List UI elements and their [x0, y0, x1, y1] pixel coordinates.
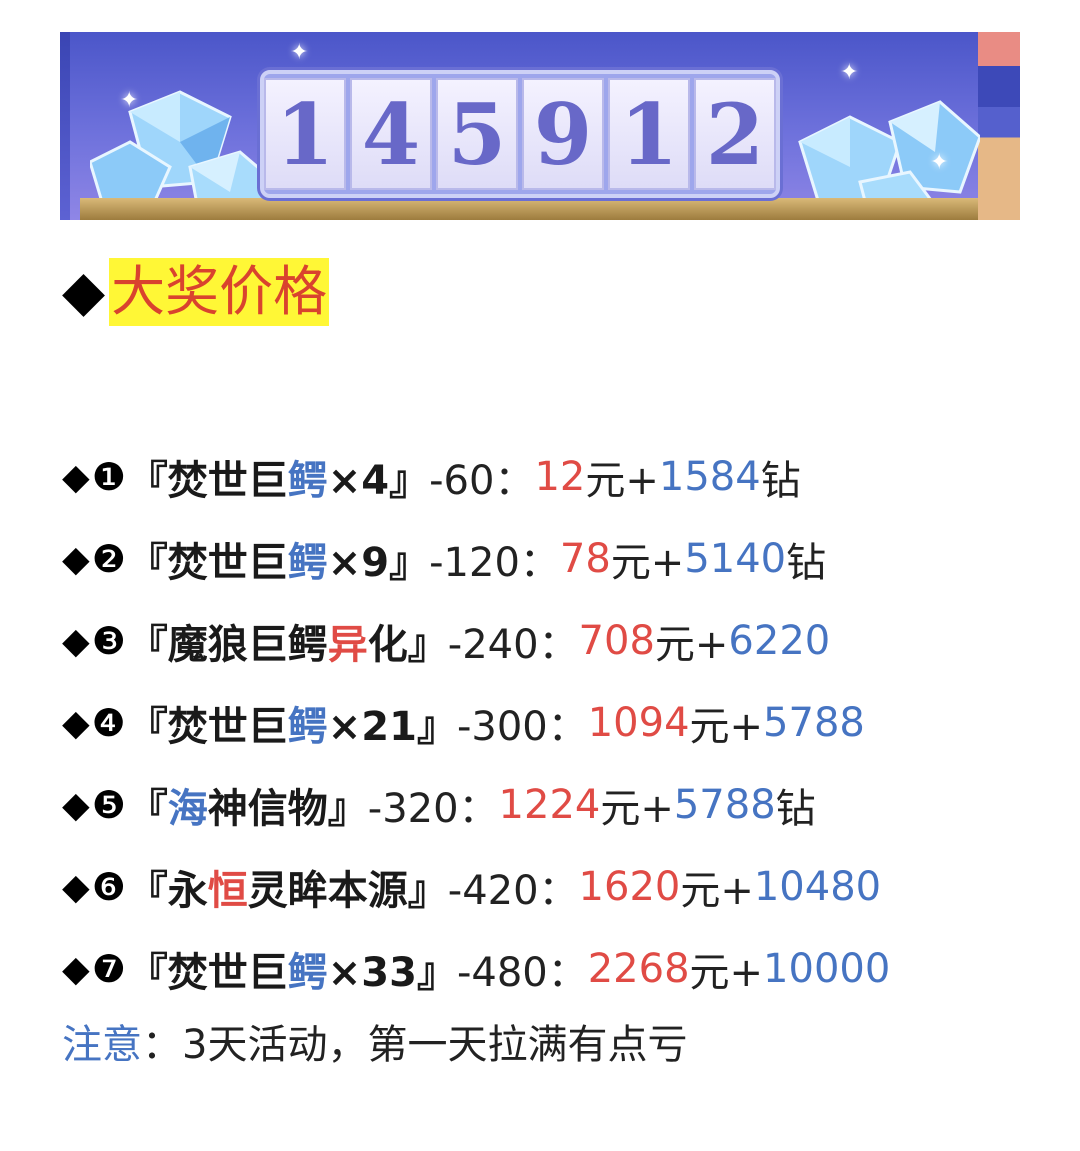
item-number: ❷: [91, 537, 126, 581]
prize-points: -420：: [447, 868, 579, 914]
diamond-bullet-icon: ◆: [62, 702, 90, 744]
price-diamonds: 10000: [763, 946, 891, 992]
counter-digit: 1: [608, 78, 690, 190]
diamond-bullet-icon: ◆: [62, 538, 90, 580]
diamond-bullet-icon: ◆: [62, 620, 90, 662]
section-title: 大奖价格: [109, 258, 330, 326]
price-yuan: 1224: [498, 782, 601, 828]
prize-row: ◆ ❺ 『海神信物』 -320： 1224 元+ 5788 钻: [62, 764, 890, 846]
item-number: ❻: [91, 865, 126, 909]
yuan-unit: 元+: [680, 868, 754, 914]
price-yuan: 78: [559, 536, 611, 582]
item-number: ❸: [91, 619, 126, 663]
yuan-unit: 元+: [689, 950, 764, 996]
prize-points: -300：: [456, 704, 588, 750]
sparkle-icon: ✦: [930, 150, 949, 175]
sparkle-icon: ✦: [120, 88, 139, 113]
sparkle-icon: ✦: [840, 60, 859, 85]
prize-points: -60：: [429, 458, 535, 504]
price-yuan: 2268: [587, 946, 690, 992]
price-diamonds: 6220: [728, 618, 831, 664]
prize-counter: 1 4 5 9 1 2: [260, 70, 780, 198]
diamond-bullet-icon: ◆: [62, 948, 90, 990]
prize-row: ◆ ❼ 『焚世巨鳄×33』 -480： 2268 元+ 10000: [62, 928, 890, 1010]
price-diamonds: 5788: [673, 782, 776, 828]
prize-name: 『海神信物』: [127, 786, 368, 832]
yuan-unit: 元+: [585, 458, 659, 504]
diamond-unit: 钻: [786, 540, 827, 586]
prize-name: 『焚世巨鳄×4』: [127, 458, 430, 504]
note-label: 注意: [62, 1022, 142, 1068]
item-number: ❶: [91, 455, 126, 499]
prize-price-list: ◆ ❶ 『焚世巨鳄×4』 -60： 12 元+ 1584 钻 ◆ ❷ 『焚世巨鳄…: [62, 436, 890, 1010]
diamond-bullet-icon: ◆: [62, 456, 90, 498]
item-number: ❹: [91, 701, 126, 745]
prize-name: 『永恒灵眸本源』: [127, 868, 448, 914]
price-yuan: 1094: [587, 700, 690, 746]
prize-name: 『焚世巨鳄×9』: [127, 540, 430, 586]
counter-digit: 5: [436, 78, 518, 190]
banner-floor: [80, 198, 978, 220]
note-text: ：3天活动，第一天拉满有点亏: [142, 1022, 688, 1068]
price-diamonds: 5788: [763, 700, 865, 746]
prize-row: ◆ ❷ 『焚世巨鳄×9』 -120： 78 元+ 5140 钻: [62, 518, 890, 600]
prize-row: ◆ ❶ 『焚世巨鳄×4』 -60： 12 元+ 1584 钻: [62, 436, 890, 518]
prize-row: ◆ ❸ 『魔狼巨鳄异化』 -240： 708 元+ 6220: [62, 600, 890, 682]
yuan-unit: 元+: [654, 622, 729, 668]
note-line: 注意：3天活动，第一天拉满有点亏: [62, 1012, 687, 1070]
counter-digit: 2: [694, 78, 776, 190]
diamond-unit: 钻: [775, 786, 816, 832]
prize-counter-banner: ✦ ✦ ✦ ✦ 1 4 5 9 1 2: [60, 32, 1020, 220]
prize-points: -120：: [429, 540, 560, 586]
yuan-unit: 元+: [610, 540, 685, 586]
price-diamonds: 10480: [753, 864, 882, 910]
prize-row: ◆ ❹ 『焚世巨鳄×21』 -300： 1094 元+ 5788: [62, 682, 890, 764]
item-number: ❼: [91, 947, 126, 991]
diamond-bullet-icon: ◆: [62, 866, 90, 908]
prize-points: -240：: [447, 622, 579, 668]
price-diamonds: 5140: [684, 536, 787, 582]
counter-digit: 4: [350, 78, 432, 190]
diamond-bullet-icon: ◆: [62, 784, 90, 826]
counter-digit: 1: [264, 78, 346, 190]
diamond-bullet-icon: ◆: [62, 259, 106, 324]
prize-name: 『魔狼巨鳄异化』: [127, 622, 448, 668]
prize-row: ◆ ❻ 『永恒灵眸本源』 -420： 1620 元+ 10480: [62, 846, 890, 928]
price-yuan: 1620: [578, 864, 681, 910]
prize-name: 『焚世巨鳄×21』: [127, 704, 457, 750]
item-number: ❺: [91, 783, 126, 827]
price-yuan: 12: [534, 454, 586, 500]
prize-name: 『焚世巨鳄×33』: [127, 950, 457, 996]
prize-points: -320：: [367, 786, 499, 832]
section-heading: ◆ 大奖价格: [62, 258, 330, 326]
price-diamonds: 1584: [658, 454, 761, 500]
yuan-unit: 元+: [600, 786, 674, 832]
banner-right-rail: [978, 32, 1020, 220]
counter-digit: 9: [522, 78, 604, 190]
yuan-unit: 元+: [689, 704, 764, 750]
sparkle-icon: ✦: [290, 40, 309, 65]
price-yuan: 708: [578, 618, 655, 664]
banner-left-rail: [60, 32, 70, 220]
prize-points: -480：: [456, 950, 588, 996]
diamond-unit: 钻: [760, 458, 801, 504]
